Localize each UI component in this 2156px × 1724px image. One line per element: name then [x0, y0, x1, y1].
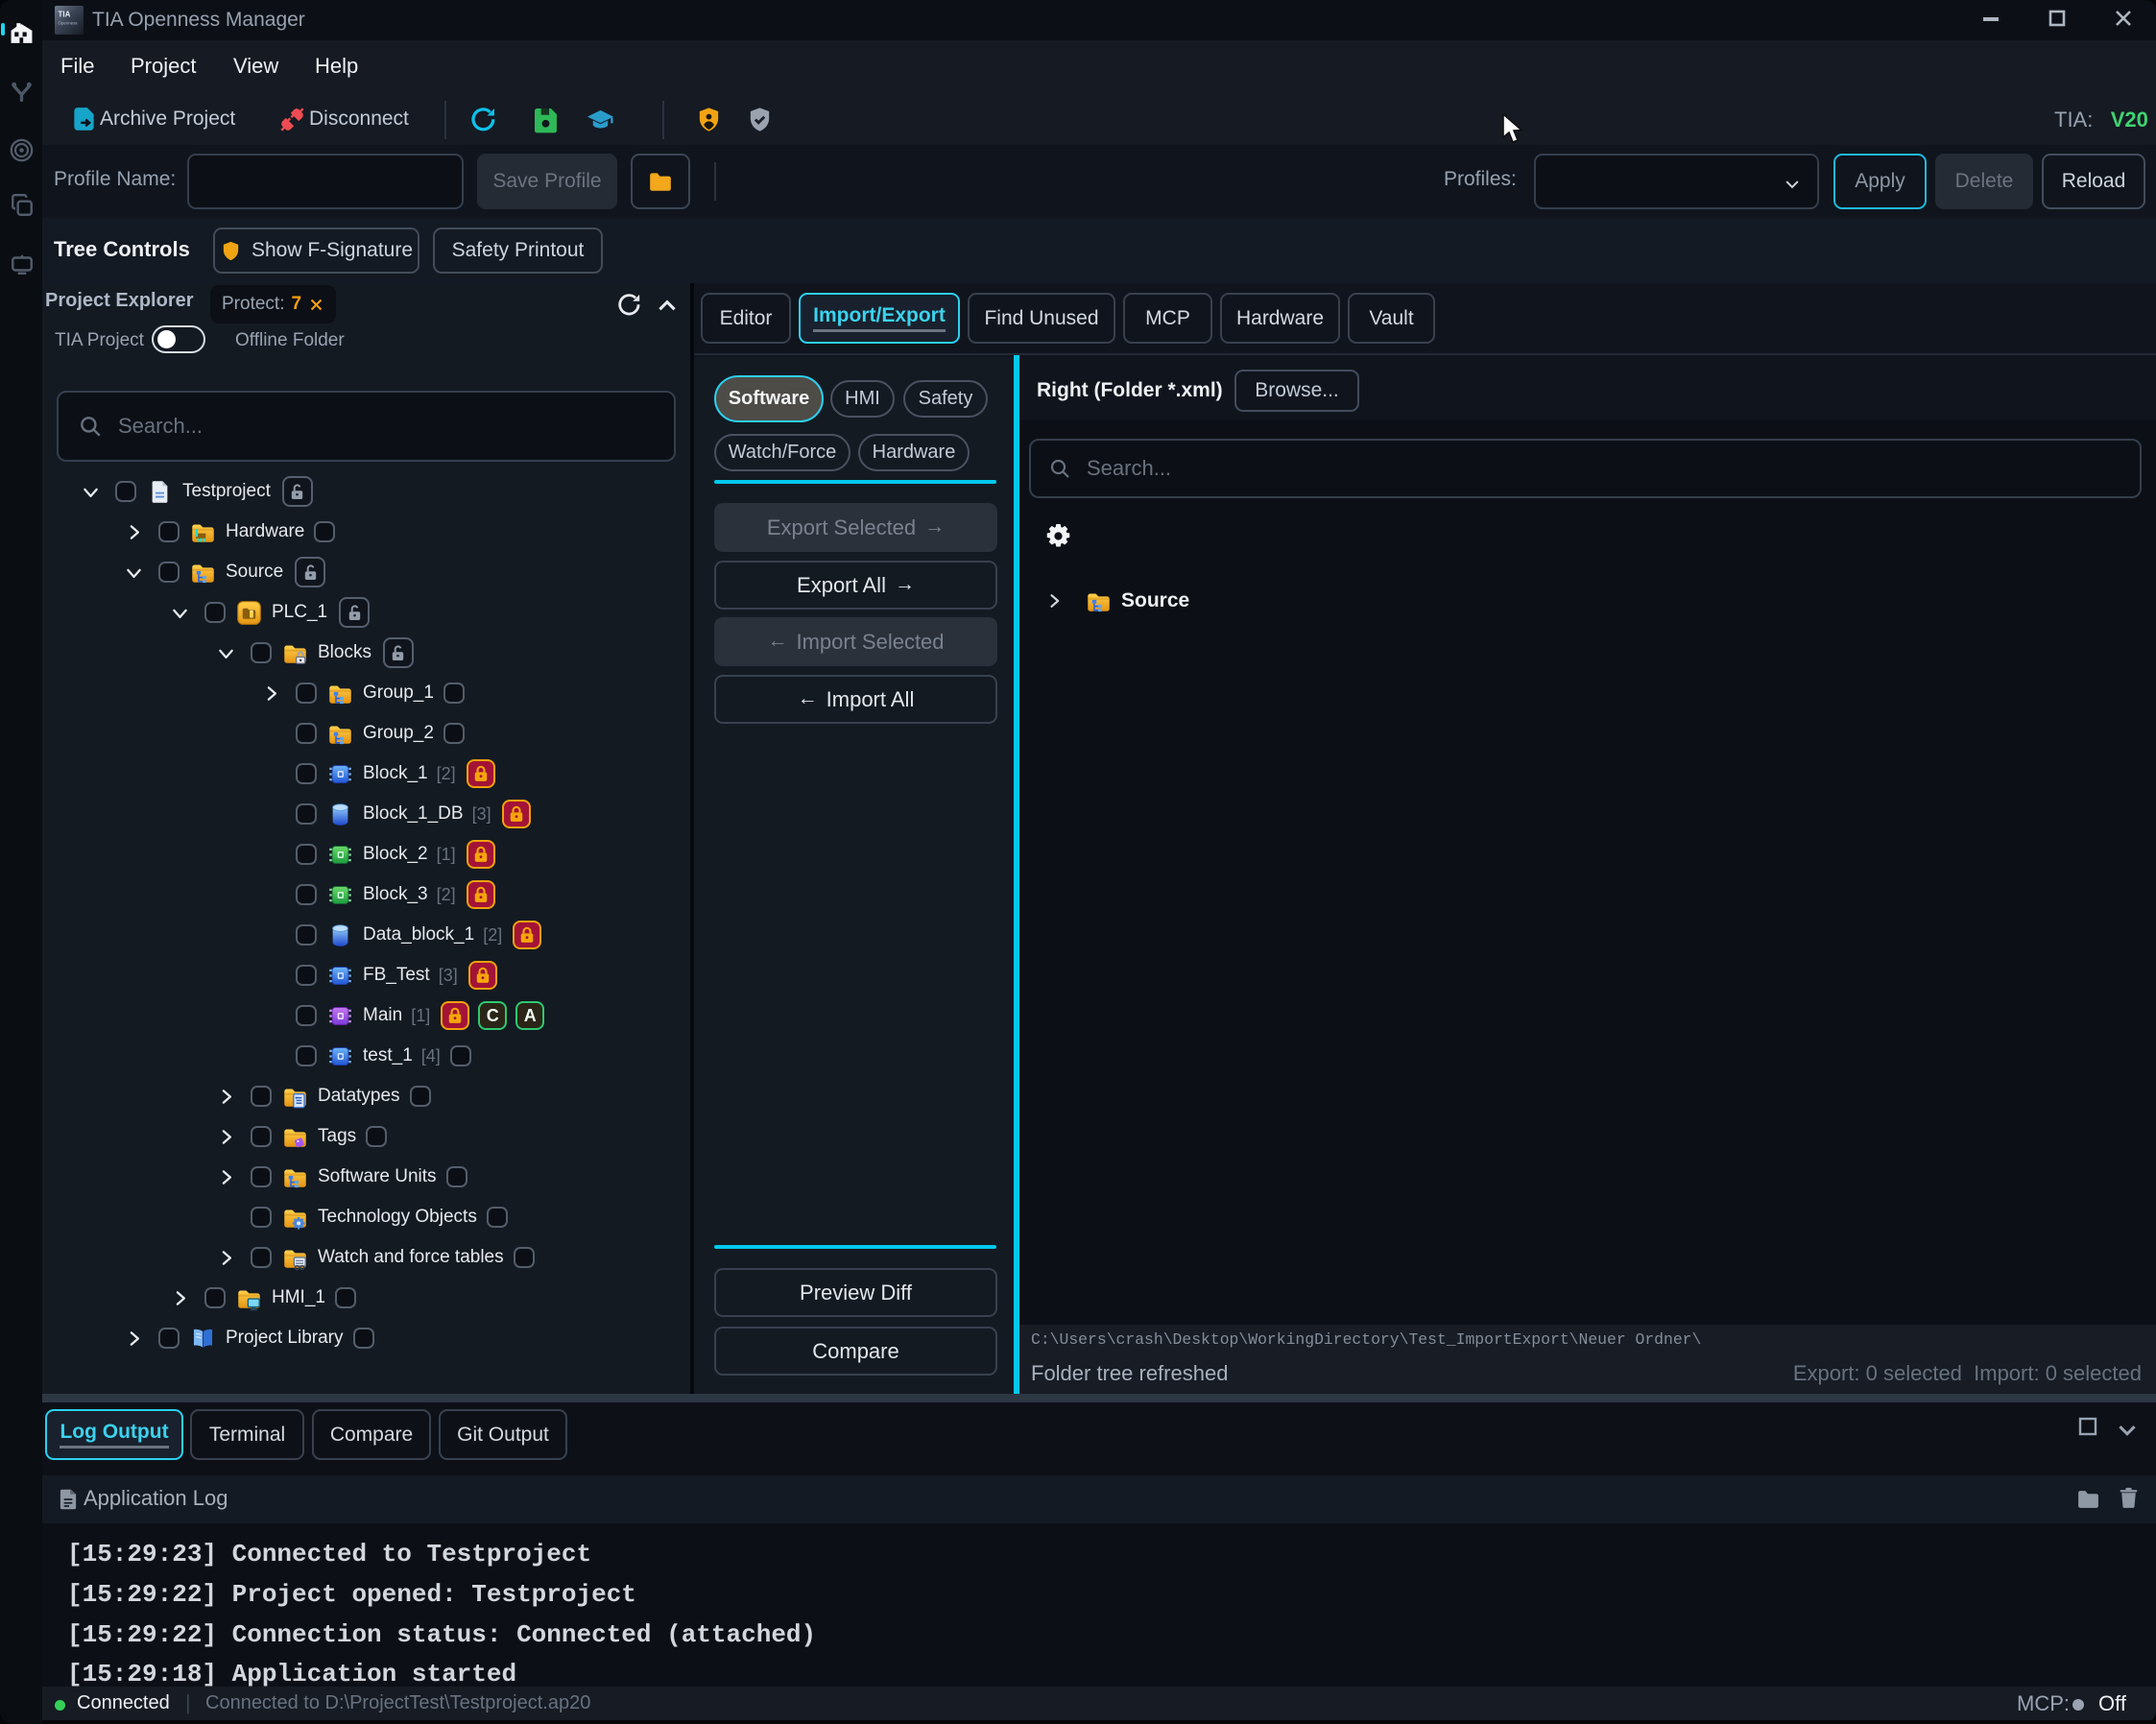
svg-text:Openness: Openness: [59, 20, 79, 25]
svg-text:TIA: TIA: [59, 10, 71, 18]
